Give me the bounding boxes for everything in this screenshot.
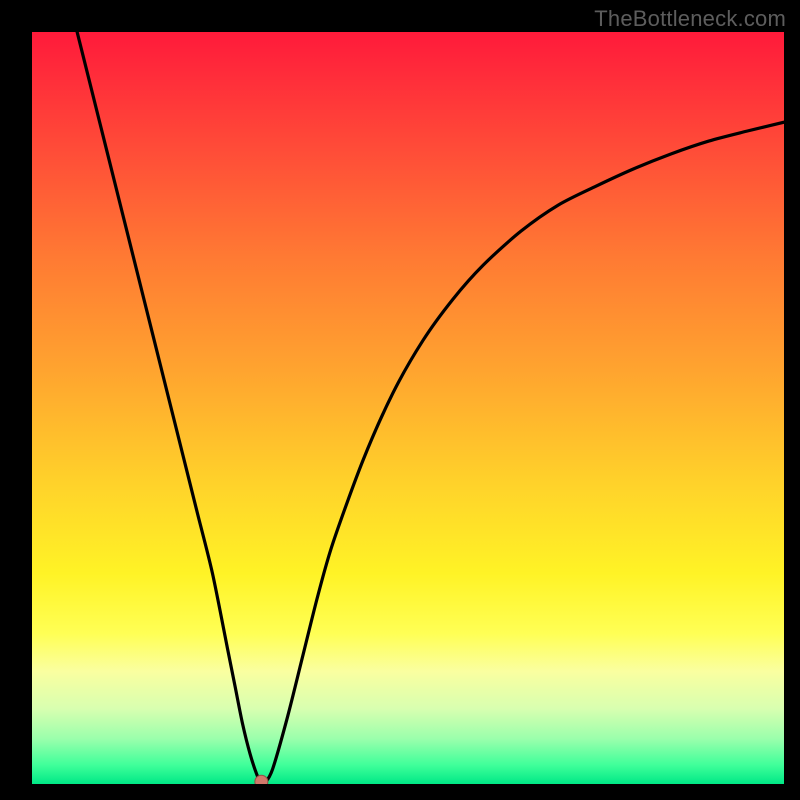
optimal-point-marker [255,775,268,784]
curve-layer [32,32,784,784]
bottleneck-curve [77,32,784,783]
chart-frame: TheBottleneck.com [0,0,800,800]
plot-area [32,32,784,784]
watermark-text: TheBottleneck.com [594,6,786,32]
